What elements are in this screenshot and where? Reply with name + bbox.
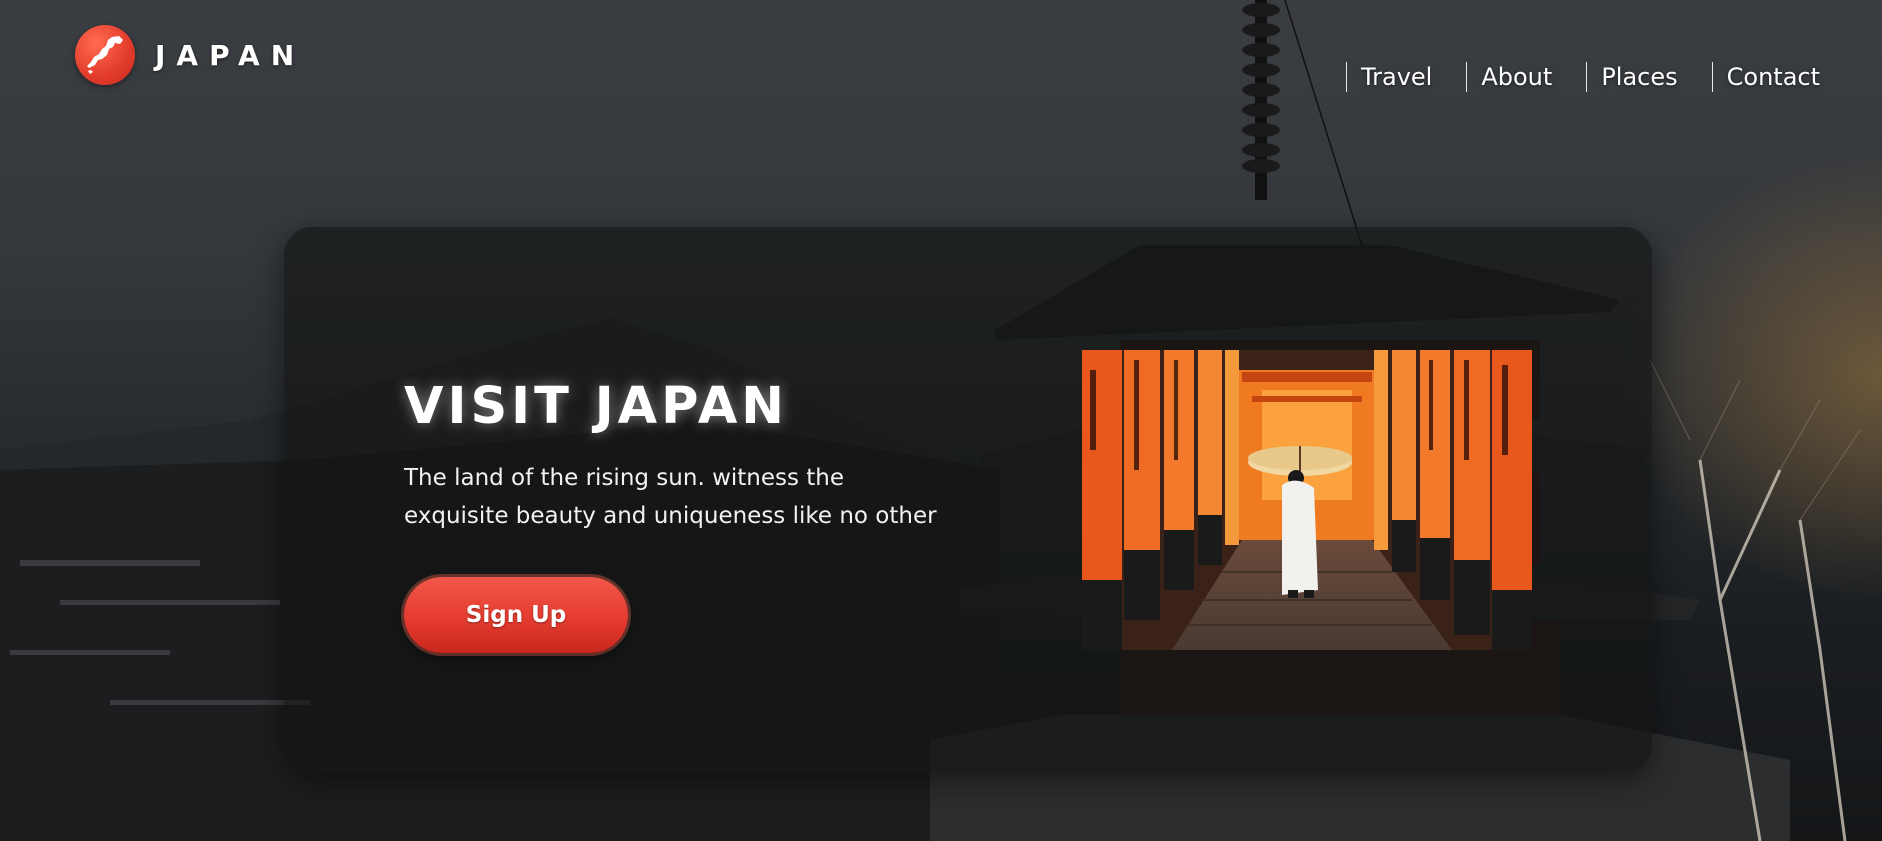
japan-map-icon bbox=[75, 25, 135, 85]
nav-item-contact[interactable]: Contact bbox=[1711, 62, 1820, 92]
nav-item-travel[interactable]: Travel bbox=[1346, 62, 1432, 92]
sign-up-button[interactable]: Sign Up bbox=[404, 577, 628, 653]
main-nav: Travel About Places Contact bbox=[1312, 62, 1820, 92]
torii-gates-photo bbox=[1082, 350, 1532, 650]
hero-card: VISIT JAPAN The land of the rising sun. … bbox=[284, 227, 1652, 773]
hero-subtitle: The land of the rising sun. witness the … bbox=[404, 465, 937, 529]
brand-name: JAPAN bbox=[155, 38, 306, 72]
brand-logo[interactable]: JAPAN bbox=[75, 25, 305, 85]
nav-item-places[interactable]: Places bbox=[1586, 62, 1678, 92]
hero-title: VISIT JAPAN bbox=[404, 377, 788, 436]
nav-item-about[interactable]: About bbox=[1466, 62, 1552, 92]
